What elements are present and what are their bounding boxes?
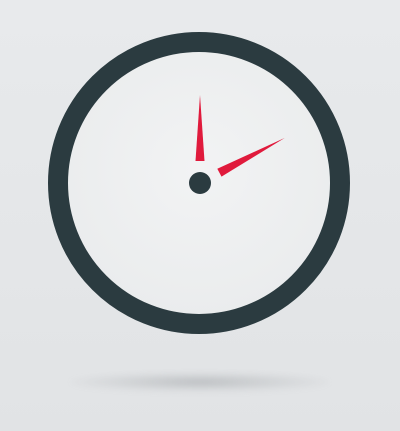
clock-pivot	[189, 172, 211, 194]
clock-scene	[0, 0, 400, 431]
clock-icon	[48, 32, 350, 334]
